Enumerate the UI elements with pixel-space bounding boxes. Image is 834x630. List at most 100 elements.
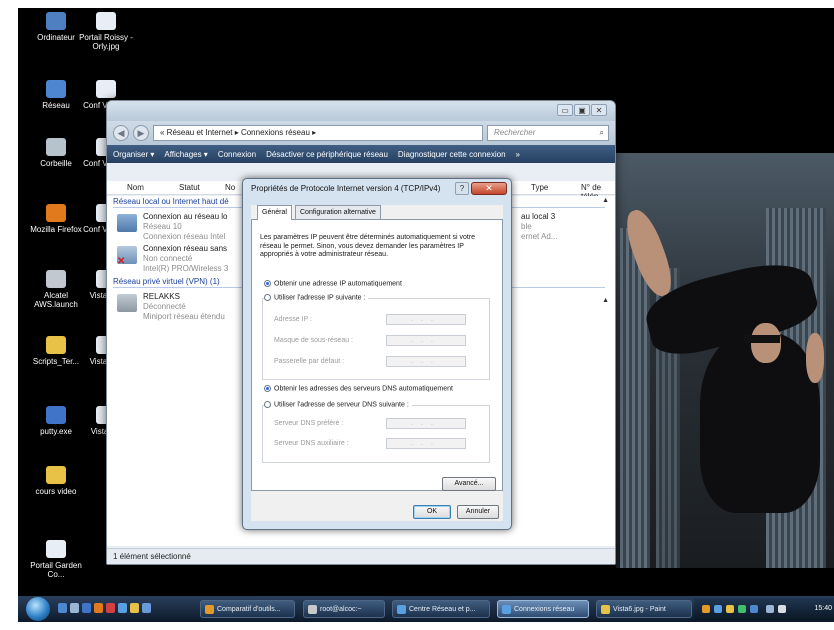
dialog-close-button[interactable]: ✕	[471, 182, 507, 195]
tab-alternate-config[interactable]: Configuration alternative	[295, 205, 381, 219]
taskbar-app-icon	[308, 605, 317, 614]
gateway-field[interactable]: ...	[386, 356, 466, 367]
tray-icon[interactable]	[750, 605, 758, 613]
radio-label: Utiliser l'adresse IP suivante :	[274, 294, 366, 302]
taskbar-button[interactable]: Connexions réseau	[497, 600, 589, 618]
taskbar-button[interactable]: Vista6.jpg - Paint	[596, 600, 692, 618]
taskbar: Comparatif d'outils... root@alcoc:~ Centre…	[18, 596, 834, 622]
item-status: Non connecté	[143, 254, 193, 263]
desktop-shortcut[interactable]: Portail Garden Co...	[26, 540, 86, 579]
type-value: ble	[521, 222, 532, 231]
preferred-dns-field[interactable]: ...	[386, 418, 466, 429]
subnet-mask-field[interactable]: ...	[386, 335, 466, 346]
quicklaunch-ie-icon[interactable]	[82, 603, 91, 613]
item-status: Déconnecté	[143, 302, 186, 311]
system-tray: 15:40	[694, 598, 834, 620]
dialog-title[interactable]: Propriétés de Protocole Internet version…	[243, 179, 511, 199]
type-column-values: au local 3 ble ernet Ad...	[521, 212, 557, 242]
recycle-bin-icon	[46, 138, 66, 156]
collapse-group-chevron-icon[interactable]: ▲	[602, 297, 609, 304]
taskbar-button-label: Connexions réseau	[514, 606, 575, 613]
quicklaunch-app-icon[interactable]	[118, 603, 127, 613]
tcpip-properties-dialog[interactable]: Propriétés de Protocole Internet version…	[242, 178, 512, 530]
taskbar-button-label: root@alcoc:~	[320, 606, 362, 613]
close-button[interactable]: ✕	[591, 104, 607, 116]
tray-icon[interactable]	[702, 605, 710, 613]
taskbar-button-label: Comparatif d'outils...	[217, 606, 281, 613]
desktop-shortcut-label: cours video	[35, 487, 77, 496]
taskbar-button[interactable]: Centre Réseau et p...	[392, 600, 490, 618]
type-value: au local 3	[521, 212, 556, 221]
dns-fieldset	[262, 405, 490, 463]
column-status[interactable]: Statut	[179, 183, 200, 192]
taskbar-button[interactable]: root@alcoc:~	[303, 600, 385, 618]
putty-icon	[46, 406, 66, 424]
search-icon[interactable]: ⌕	[600, 126, 604, 140]
preferred-dns-label: Serveur DNS préféré :	[274, 420, 344, 427]
column-type[interactable]: Type	[531, 183, 548, 192]
quicklaunch-app-icon[interactable]	[106, 603, 115, 613]
volume-tray-icon[interactable]	[778, 605, 786, 613]
quicklaunch-folder-icon[interactable]	[130, 603, 139, 613]
forward-button[interactable]: ▶	[133, 125, 149, 141]
figure-hand	[806, 333, 824, 383]
views-button[interactable]: Affichages ▾	[164, 150, 207, 159]
clock[interactable]: 15:40	[814, 598, 832, 620]
quicklaunch-switch-windows-icon[interactable]	[70, 603, 79, 613]
disable-device-button[interactable]: Désactiver ce périphérique réseau	[266, 150, 388, 159]
tray-icon[interactable]	[726, 605, 734, 613]
collapse-group-chevron-icon[interactable]: ▲	[602, 197, 609, 204]
quicklaunch-app-icon[interactable]	[142, 603, 151, 613]
tray-icon[interactable]	[714, 605, 722, 613]
quicklaunch-show-desktop-icon[interactable]	[58, 603, 67, 613]
tab-panel: Les paramètres IP peuvent être déterminé…	[251, 219, 503, 491]
radio-label: Utiliser l'adresse de serveur DNS suivan…	[274, 401, 409, 409]
item-name: Connexion réseau sans	[143, 244, 228, 253]
alternate-dns-field[interactable]: ...	[386, 438, 466, 449]
help-button[interactable]: ?	[455, 182, 469, 195]
network-tray-icon[interactable]	[766, 605, 774, 613]
ok-button[interactable]: OK	[413, 505, 451, 519]
alternate-dns-label: Serveur DNS auxiliaire :	[274, 440, 349, 447]
disconnected-x-icon: ✕	[117, 256, 126, 267]
search-input[interactable]: Rechercher ⌕	[487, 125, 609, 141]
item-device: Connexion réseau Intel	[143, 232, 226, 241]
computer-icon	[46, 12, 66, 30]
address-bar[interactable]: « Réseau et Internet ▸ Connexions réseau…	[153, 125, 483, 141]
item-device: Miniport réseau étendu	[143, 312, 225, 321]
screen: Ordinateur Portail Roissy - Orly.jpg Résea…	[0, 0, 834, 630]
connect-button[interactable]: Connexion	[218, 150, 256, 159]
diagnose-button[interactable]: Diagnostiquer cette connexion	[398, 150, 506, 159]
taskbar-app-icon	[397, 605, 406, 614]
column-device[interactable]: No	[225, 183, 235, 192]
column-name[interactable]: Nom	[127, 183, 144, 192]
tray-icon[interactable]	[738, 605, 746, 613]
cancel-button[interactable]: Annuler	[457, 505, 499, 519]
desktop-shortcut[interactable]: cours video	[26, 466, 86, 496]
taskbar-button[interactable]: Comparatif d'outils...	[200, 600, 295, 618]
advanced-button[interactable]: Avancé...	[442, 477, 496, 491]
ip-auto-radio[interactable]: Obtenir une adresse IP automatiquement	[264, 280, 402, 287]
more-commands-button[interactable]: »	[516, 150, 520, 159]
launcher-icon	[46, 270, 66, 288]
quicklaunch-firefox-icon[interactable]	[94, 603, 103, 613]
ip-manual-radio[interactable]: Utiliser l'adresse IP suivante :	[264, 294, 369, 302]
back-button[interactable]: ◀	[113, 125, 129, 141]
radio-selected-icon	[264, 385, 271, 392]
dns-manual-radio[interactable]: Utiliser l'adresse de serveur DNS suivan…	[264, 401, 412, 409]
group-lan[interactable]: Réseau local ou Internet haut dé	[113, 197, 229, 206]
group-vpn[interactable]: Réseau privé virtuel (VPN) (1)	[113, 277, 220, 286]
desktop-shortcut[interactable]: Portail Roissy - Orly.jpg	[76, 12, 136, 51]
image-file-icon	[96, 80, 116, 98]
tab-general[interactable]: Général	[257, 205, 292, 220]
explorer-titlebar[interactable]: ▭ ▣ ✕	[107, 101, 615, 121]
dns-auto-radio[interactable]: Obtenir les adresses des serveurs DNS au…	[264, 385, 453, 392]
organize-button[interactable]: Organiser ▾	[113, 150, 154, 159]
start-button-icon[interactable]	[26, 597, 50, 621]
minimize-button[interactable]: ▭	[557, 104, 573, 116]
maximize-button[interactable]: ▣	[574, 104, 590, 116]
subnet-mask-label: Masque de sous-réseau :	[274, 337, 353, 344]
desktop-shortcut-label: Portail Roissy - Orly.jpg	[79, 33, 133, 51]
description-text: Les paramètres IP peuvent être déterminé…	[260, 234, 476, 258]
ip-address-field[interactable]: ...	[386, 314, 466, 325]
